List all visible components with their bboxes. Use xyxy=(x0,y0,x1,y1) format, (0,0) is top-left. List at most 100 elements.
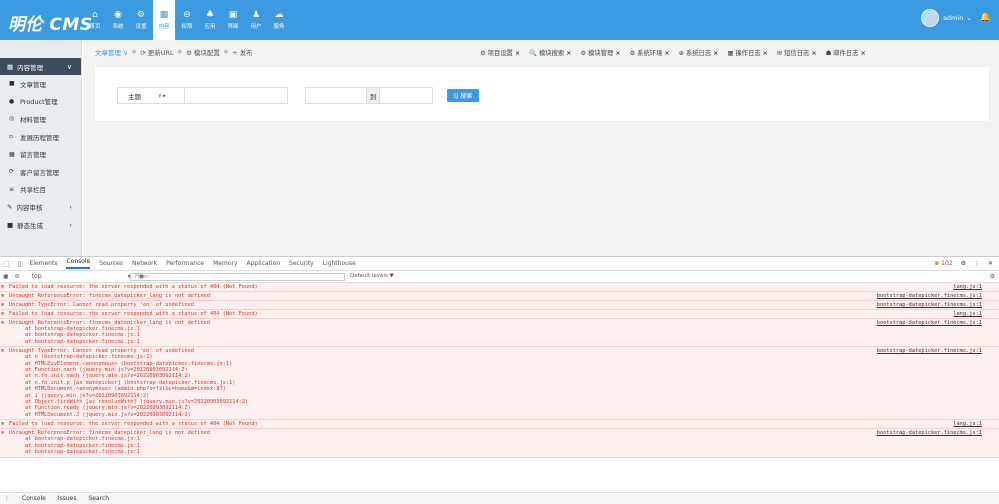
stack-frame[interactable]: at HTMLDocument.J (jquery.min.js?v=20220… xyxy=(3,412,996,418)
more-icon[interactable]: ⋮ xyxy=(4,495,10,502)
toolbar-tab[interactable]: ⚙ 模块配置 xyxy=(186,47,220,57)
error-count[interactable]: ⊗ 102 xyxy=(934,260,952,267)
close-icon[interactable]: × xyxy=(713,50,718,57)
source-link[interactable]: lang.js:1 xyxy=(953,421,982,427)
sidebar-item[interactable]: ▦ 留言管理 xyxy=(0,145,81,163)
separator-dot: ● xyxy=(131,49,137,55)
close-icon[interactable]: × xyxy=(566,50,571,57)
topnav-item[interactable]: ◉ 系统 xyxy=(107,0,129,40)
topnav-item[interactable]: ☁ 服务 xyxy=(268,0,290,40)
source-link[interactable]: bootstrap-datepicker.finecms.js:1 xyxy=(877,293,982,299)
console-entry: Uncaught ReferenceError: finecms_datepic… xyxy=(0,429,999,458)
topnav-item[interactable]: ⊖ 权限 xyxy=(176,0,198,40)
user-menu[interactable]: admin ⌄ 🔔 xyxy=(920,9,991,27)
topnav-item[interactable]: ♣ 应用 xyxy=(199,0,221,40)
source-link[interactable]: bootstrap-datepicker.finecms.js:1 xyxy=(877,320,982,326)
user-name[interactable]: admin xyxy=(943,14,963,22)
topnav-item[interactable]: ▦ 内容 xyxy=(153,0,175,40)
topnav-icon: ⊖ xyxy=(183,10,191,20)
toolbar-tab[interactable]: ⟳ 更新URL xyxy=(140,47,173,57)
sidebar-item[interactable]: ⟳ 客户留言管理 xyxy=(0,163,81,181)
search-button[interactable]: Q 搜索 xyxy=(447,89,479,102)
close-icon[interactable]: × xyxy=(860,50,865,57)
topnav-item[interactable]: ▣ 界面 xyxy=(222,0,244,40)
chevron-down-icon[interactable]: ⌄ xyxy=(966,14,971,22)
sidebar-toggle-icon[interactable]: ▣ xyxy=(3,273,9,280)
sidebar-group-icon: ■ xyxy=(7,221,14,230)
devtools-tab[interactable]: Elements xyxy=(29,260,57,267)
inspect-icon[interactable]: ⬚ xyxy=(3,260,10,268)
sidebar-group[interactable]: ■ 静态生成 ‹ xyxy=(0,216,81,234)
error-count-value: 102 xyxy=(941,260,953,267)
open-tab[interactable]: ⚙ 系统环境 × xyxy=(630,48,670,57)
close-icon[interactable]: × xyxy=(763,50,768,57)
date-from-input[interactable] xyxy=(305,87,367,104)
close-icon[interactable]: ✕ xyxy=(988,260,993,267)
topnav-item[interactable]: ⌂ 首页 xyxy=(84,0,106,40)
sidebar-item[interactable]: ■ 文章管理 xyxy=(0,75,81,93)
open-tabs: ⚙ 项目设置 × 🔍 模块搜索 × ⚙ 模块管理 × ⚙ 系统环境 × ⊕ 系统日志 × ▦ 操作日… xyxy=(480,45,875,59)
toolbar-tab[interactable]: + 发布 xyxy=(232,47,253,57)
drawer-tab[interactable]: Console xyxy=(22,495,46,502)
open-tab[interactable]: ▦ 操作日志 × xyxy=(727,48,767,57)
source-link[interactable]: bootstrap-datepicker.finecms.js:1 xyxy=(877,348,982,354)
topnav-icon: ◉ xyxy=(114,10,122,20)
toolbar-tab[interactable]: 文章管理 ∨ xyxy=(95,47,128,57)
devtools-tab[interactable]: Memory xyxy=(213,260,237,267)
sidebar-item-label: 发展历程管理 xyxy=(20,133,59,142)
gear-icon[interactable]: ⚙ xyxy=(990,273,995,280)
source-link[interactable]: lang.js:1 xyxy=(953,311,982,317)
avatar[interactable] xyxy=(920,9,939,27)
close-icon[interactable]: × xyxy=(515,50,520,57)
sidebar-head[interactable]: ▦ 内容管理 ∨ xyxy=(0,58,81,75)
levels-select[interactable]: Default levels ▼ xyxy=(350,273,394,279)
field-select[interactable]: 主题 ∨ ▸ xyxy=(117,87,185,104)
stack-frame[interactable]: at bootstrap-datepicker.finecms.js:1 xyxy=(3,449,996,455)
gear-icon[interactable]: ⚙ xyxy=(961,260,966,267)
devtools-tab[interactable]: Application xyxy=(247,260,281,267)
range-separator: 到 xyxy=(367,87,379,104)
source-link[interactable]: lang.js:1 xyxy=(953,284,982,290)
open-tab[interactable]: ⚙ 模块管理 × xyxy=(580,48,620,57)
devtools-tab[interactable]: Security xyxy=(289,260,314,267)
sidebar-item[interactable]: ≡ 共享栏目 xyxy=(0,181,81,199)
sidebar-item-label: 共享栏目 xyxy=(20,186,46,195)
devtools-panel: ⬚ ▯ Elements Console Sources Network Perform… xyxy=(0,256,999,504)
keyword-input[interactable] xyxy=(184,87,288,104)
clear-icon[interactable]: ⊘ xyxy=(15,273,20,280)
date-to-input[interactable] xyxy=(379,87,433,104)
open-tab[interactable]: 🔍 模块搜索 × xyxy=(529,48,571,57)
open-tab[interactable]: ⊕ 系统日志 × xyxy=(679,48,719,57)
drawer-tab[interactable]: Search xyxy=(88,495,109,502)
sidebar-group[interactable]: ✎ 内容审核 ‹ xyxy=(0,198,81,216)
open-tab[interactable]: ☗ 邮件日志 × xyxy=(826,48,866,57)
device-icon[interactable]: ▯ xyxy=(18,260,22,268)
close-icon[interactable]: × xyxy=(664,50,669,57)
open-tab[interactable]: ⚙ 项目设置 × xyxy=(480,48,520,57)
source-link[interactable]: bootstrap-datepicker.finecms.js:1 xyxy=(877,430,982,436)
sidebar-item-label: 客户留言管理 xyxy=(20,168,59,177)
sidebar-item[interactable]: ● Product管理 xyxy=(0,93,81,111)
drawer-tab[interactable]: Issues xyxy=(58,495,77,502)
sidebar-item[interactable]: ▫ 发展历程管理 xyxy=(0,128,81,146)
close-icon[interactable]: × xyxy=(615,50,620,57)
topnav-label: 应用 xyxy=(204,24,216,30)
devtools-tab[interactable]: Lighthouse xyxy=(323,260,356,267)
open-tab[interactable]: ✉ 短信日志 × xyxy=(777,48,817,57)
devtools-tab[interactable]: Console xyxy=(66,258,91,269)
console-message: Failed to load resource: the server resp… xyxy=(3,311,996,317)
chevron-left-icon: ‹ xyxy=(69,221,72,230)
devtools-tab[interactable]: Sources xyxy=(99,260,123,267)
filter-input[interactable]: Filter xyxy=(130,273,345,281)
sidebar-item[interactable]: ◎ 材料管理 xyxy=(0,110,81,128)
source-link[interactable]: bootstrap-datepicker.finecms.js:1 xyxy=(877,302,982,308)
devtools-tab[interactable]: Performance xyxy=(166,260,204,267)
devtools-tab[interactable]: Network xyxy=(132,260,157,267)
context-select[interactable]: top xyxy=(32,273,92,280)
topnav-item[interactable]: ⚙ 设置 xyxy=(130,0,152,40)
topnav-item[interactable]: ♟ 用户 xyxy=(245,0,267,40)
bell-icon[interactable]: 🔔 xyxy=(980,13,991,23)
more-icon[interactable]: ⋮ xyxy=(974,260,980,267)
close-icon[interactable]: × xyxy=(811,50,816,57)
stack-frame[interactable]: at bootstrap-datepicker.finecms.js:1 xyxy=(3,339,996,345)
